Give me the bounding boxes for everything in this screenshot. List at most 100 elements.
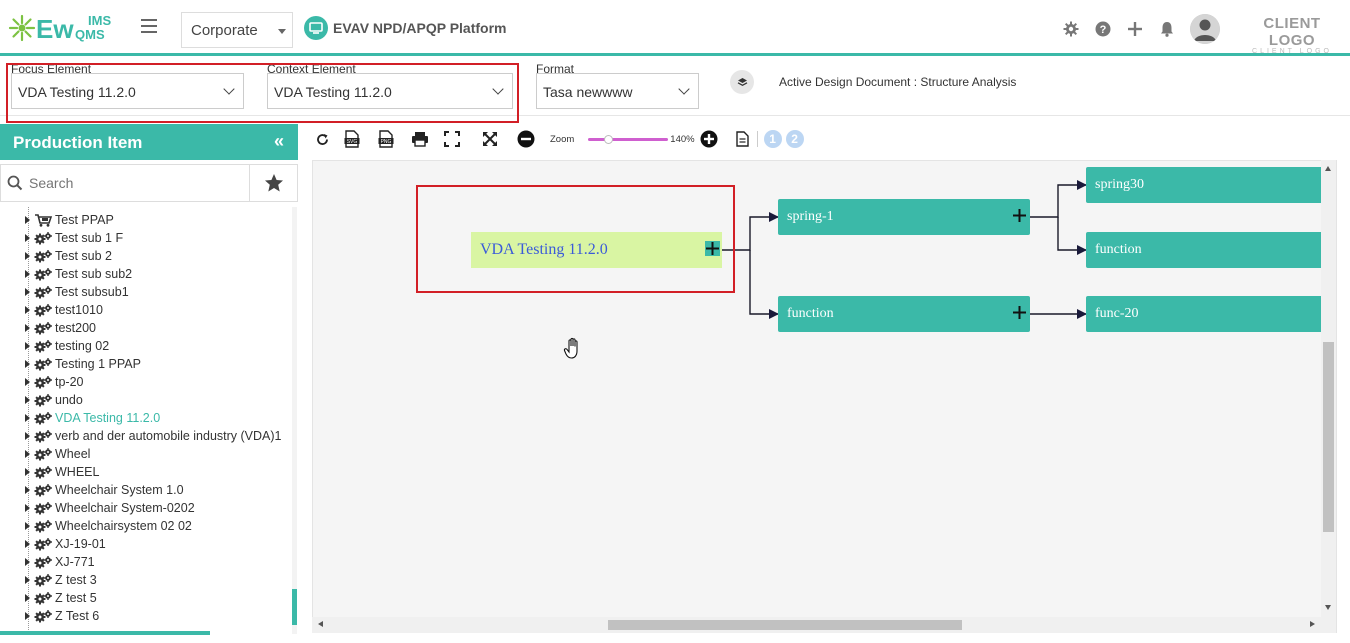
scroll-left-arrow-icon[interactable] bbox=[318, 621, 323, 627]
gears-icon bbox=[34, 447, 53, 461]
tree-item[interactable]: Test subsub1 bbox=[25, 283, 294, 301]
tree-item[interactable]: XJ-771 bbox=[25, 553, 294, 571]
tree-item[interactable]: Z Test 6 bbox=[25, 607, 294, 625]
expand-arrow-icon[interactable] bbox=[25, 288, 30, 296]
scroll-up-arrow-icon[interactable] bbox=[1325, 166, 1331, 171]
tree-item[interactable]: Z test 5 bbox=[25, 589, 294, 607]
bell-icon[interactable] bbox=[1156, 17, 1178, 41]
tree-item[interactable]: WHEEL bbox=[25, 463, 294, 481]
expand-arrow-icon[interactable] bbox=[25, 414, 30, 422]
collapse-sidebar-icon[interactable]: « bbox=[274, 131, 284, 152]
node-spring30[interactable]: spring30 bbox=[1086, 167, 1336, 203]
expand-plus-icon[interactable] bbox=[1012, 208, 1027, 223]
tree-item[interactable]: verb and der automobile industry (VDA)1 bbox=[25, 427, 294, 445]
expand-icon[interactable] bbox=[478, 127, 502, 151]
expand-plus-icon[interactable] bbox=[705, 241, 720, 256]
export-svg-icon[interactable]: SVG bbox=[340, 127, 364, 151]
tree-item[interactable]: Wheelchair System-0202 bbox=[25, 499, 294, 517]
corporate-select[interactable]: Corporate bbox=[181, 12, 293, 48]
tree-item[interactable]: Wheel bbox=[25, 445, 294, 463]
tree-item[interactable]: XJ-19-01 bbox=[25, 535, 294, 553]
expand-arrow-icon[interactable] bbox=[25, 540, 30, 548]
expand-arrow-icon[interactable] bbox=[25, 594, 30, 602]
expand-arrow-icon[interactable] bbox=[25, 396, 30, 404]
expand-arrow-icon[interactable] bbox=[25, 360, 30, 368]
tree-item[interactable]: test200 bbox=[25, 319, 294, 337]
zoom-slider-knob[interactable] bbox=[604, 135, 614, 144]
node-function-child[interactable]: function bbox=[1086, 232, 1336, 268]
format-select[interactable]: Tasa newwww bbox=[536, 73, 699, 109]
zoom-in-icon[interactable] bbox=[699, 127, 719, 151]
tree-item[interactable]: Wheelchair System 1.0 bbox=[25, 481, 294, 499]
fit-screen-icon[interactable] bbox=[440, 127, 464, 151]
tree-item[interactable]: VDA Testing 11.2.0 bbox=[25, 409, 294, 427]
avatar[interactable] bbox=[1190, 14, 1220, 44]
expand-arrow-icon[interactable] bbox=[25, 450, 30, 458]
page-2-button[interactable]: 2 bbox=[785, 130, 804, 148]
node-func-20[interactable]: func-20 bbox=[1086, 296, 1336, 332]
expand-arrow-icon[interactable] bbox=[25, 216, 30, 224]
tree-item-label: tp-20 bbox=[55, 375, 84, 389]
ewqms-logo[interactable]: Ew IMS QMS bbox=[8, 8, 128, 48]
sidebar-horizontal-scroll-thumb[interactable] bbox=[0, 631, 210, 635]
canvas-horizontal-scroll-thumb[interactable] bbox=[608, 620, 962, 630]
plus-icon[interactable] bbox=[1124, 17, 1146, 41]
expand-arrow-icon[interactable] bbox=[25, 234, 30, 242]
canvas-vertical-scroll-thumb[interactable] bbox=[1323, 342, 1334, 532]
expand-arrow-icon[interactable] bbox=[25, 432, 30, 440]
expand-arrow-icon[interactable] bbox=[25, 378, 30, 386]
favorites-star-icon[interactable] bbox=[264, 173, 284, 193]
expand-arrow-icon[interactable] bbox=[25, 324, 30, 332]
tree-item[interactable]: Test PPAP bbox=[25, 211, 294, 229]
tree-item[interactable]: Z test 3 bbox=[25, 571, 294, 589]
expand-plus-icon[interactable] bbox=[1012, 305, 1027, 320]
zoom-slider[interactable] bbox=[588, 132, 669, 146]
hamburger-menu-icon[interactable] bbox=[141, 19, 157, 33]
zoom-out-icon[interactable] bbox=[514, 127, 538, 151]
expand-arrow-icon[interactable] bbox=[25, 522, 30, 530]
tree-item-label: Test PPAP bbox=[55, 213, 114, 227]
tree-item[interactable]: Testing 1 PPAP bbox=[25, 355, 294, 373]
gear-icon[interactable] bbox=[1060, 17, 1082, 41]
search-input[interactable] bbox=[1, 165, 250, 201]
expand-arrow-icon[interactable] bbox=[25, 468, 30, 476]
node-function[interactable]: function bbox=[778, 296, 1030, 332]
expand-arrow-icon[interactable] bbox=[25, 252, 30, 260]
document-icon[interactable] bbox=[733, 127, 753, 151]
platform-title[interactable]: EVAV NPD/APQP Platform bbox=[304, 15, 506, 41]
logo-qms-text: QMS bbox=[75, 27, 105, 42]
expand-arrow-icon[interactable] bbox=[25, 504, 30, 512]
expand-arrow-icon[interactable] bbox=[25, 576, 30, 584]
tree-item[interactable]: testing 02 bbox=[25, 337, 294, 355]
sidebar-scroll-thumb[interactable] bbox=[292, 589, 297, 625]
export-png-icon[interactable]: PNG bbox=[374, 127, 398, 151]
node-spring-1[interactable]: spring-1 bbox=[778, 199, 1030, 235]
scroll-right-arrow-icon[interactable] bbox=[1310, 621, 1315, 627]
tree-item[interactable]: Wheelchairsystem 02 02 bbox=[25, 517, 294, 535]
expand-arrow-icon[interactable] bbox=[25, 306, 30, 314]
tree-item[interactable]: tp-20 bbox=[25, 373, 294, 391]
tree-item[interactable]: Test sub 1 F bbox=[25, 229, 294, 247]
diagram-canvas[interactable]: VDA Testing 11.2.0 spring-1 function spr… bbox=[312, 160, 1337, 633]
help-icon[interactable]: ? bbox=[1092, 17, 1114, 41]
tree-item-label: Test sub 2 bbox=[55, 249, 112, 263]
expand-arrow-icon[interactable] bbox=[25, 342, 30, 350]
page-1-button[interactable]: 1 bbox=[763, 130, 782, 148]
expand-arrow-icon[interactable] bbox=[25, 612, 30, 620]
expand-arrow-icon[interactable] bbox=[25, 486, 30, 494]
refresh-icon[interactable] bbox=[312, 127, 332, 151]
expand-arrow-icon[interactable] bbox=[25, 558, 30, 566]
canvas-vertical-scrollbar[interactable] bbox=[1321, 160, 1336, 633]
tree-item[interactable]: test1010 bbox=[25, 301, 294, 319]
tree-item[interactable]: Test sub sub2 bbox=[25, 265, 294, 283]
layers-icon[interactable] bbox=[730, 70, 754, 94]
tree-item[interactable]: undo bbox=[25, 391, 294, 409]
print-icon[interactable] bbox=[408, 127, 432, 151]
expand-arrow-icon[interactable] bbox=[25, 270, 30, 278]
canvas-horizontal-scrollbar[interactable] bbox=[312, 617, 1321, 633]
sidebar-scrollbar[interactable] bbox=[292, 207, 297, 634]
tree-item[interactable]: Test sub 2 bbox=[25, 247, 294, 265]
scroll-down-arrow-icon[interactable] bbox=[1325, 605, 1331, 610]
tree-item-label: XJ-19-01 bbox=[55, 537, 106, 551]
root-node[interactable]: VDA Testing 11.2.0 bbox=[471, 232, 722, 268]
